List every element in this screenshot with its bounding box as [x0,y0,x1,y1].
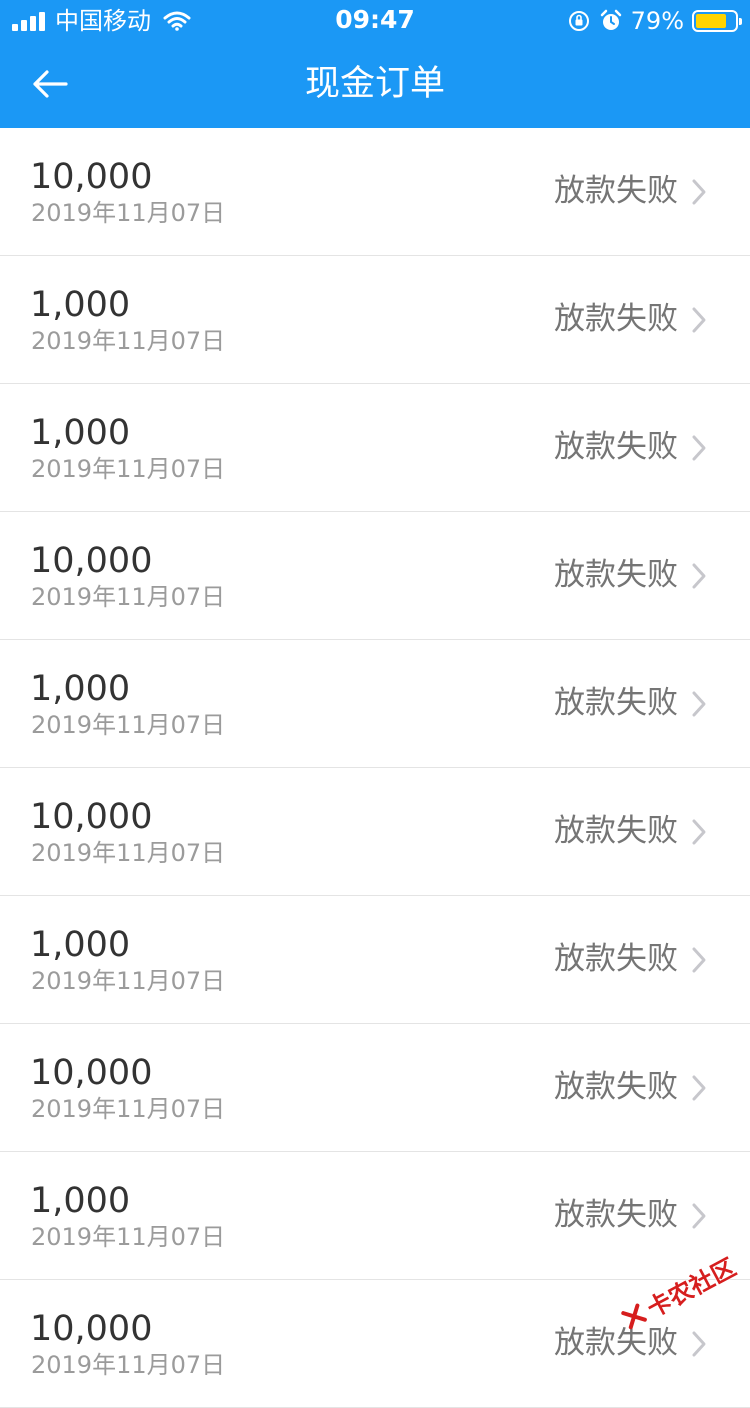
order-amount: 10,000 [30,541,153,581]
order-row-1[interactable]: 10,000 2019年11月07日 放款失败 [0,128,750,256]
order-date: 2019年11月07日 [31,1223,226,1251]
chevron-right-icon [692,1075,706,1101]
battery-icon [692,10,742,32]
order-row-6[interactable]: 10,000 2019年11月07日 放款失败 [0,768,750,896]
back-button[interactable] [20,58,80,110]
order-row-8[interactable]: 10,000 2019年11月07日 放款失败 [0,1024,750,1152]
order-status: 放款失败 [554,301,678,337]
order-status: 放款失败 [554,813,678,849]
order-date: 2019年11月07日 [31,455,226,483]
order-date: 2019年11月07日 [31,711,226,739]
order-status: 放款失败 [554,429,678,465]
chevron-right-icon [692,307,706,333]
order-status: 放款失败 [554,1197,678,1233]
status-bar: 中国移动 09:47 79% [0,0,750,40]
order-date: 2019年11月07日 [31,583,226,611]
page-title: 现金订单 [304,64,445,104]
order-amount: 1,000 [30,669,131,709]
chevron-right-icon [692,1203,706,1229]
order-status: 放款失败 [554,1069,678,1105]
alarm-icon [600,9,621,30]
chevron-right-icon [692,435,706,461]
order-amount: 1,000 [30,1181,131,1221]
order-date: 2019年11月07日 [31,839,226,867]
order-date: 2019年11月07日 [31,327,226,355]
order-amount: 10,000 [30,1053,153,1093]
order-date: 2019年11月07日 [31,1351,226,1379]
orientation-lock-icon [568,11,589,31]
battery-percent: 79% [630,7,684,35]
carrier-name: 中国移动 [55,7,151,35]
order-amount: 10,000 [30,797,153,837]
order-date: 2019年11月07日 [31,967,226,995]
order-amount: 10,000 [30,157,153,197]
order-amount: 1,000 [30,925,131,965]
order-date: 2019年11月07日 [31,199,226,227]
chevron-right-icon [692,691,706,717]
cellular-signal-icon [12,11,45,31]
order-status: 放款失败 [554,941,678,977]
order-row-4[interactable]: 10,000 2019年11月07日 放款失败 [0,512,750,640]
wifi-icon [163,11,191,31]
order-row-9[interactable]: 1,000 2019年11月07日 放款失败 [0,1152,750,1280]
order-date: 2019年11月07日 [31,1095,226,1123]
order-status: 放款失败 [554,173,678,209]
chevron-right-icon [692,819,706,845]
order-row-7[interactable]: 1,000 2019年11月07日 放款失败 [0,896,750,1024]
order-row-3[interactable]: 1,000 2019年11月07日 放款失败 [0,384,750,512]
chevron-right-icon [692,947,706,973]
status-bar-right: 79% [567,6,742,36]
order-amount: 10,000 [30,1309,153,1349]
order-amount: 1,000 [30,285,131,325]
status-bar-left: 中国移动 [12,6,191,36]
nav-bar: 现金订单 [0,40,750,128]
arrow-left-icon [33,70,68,98]
chevron-right-icon [692,179,706,205]
order-list: 10,000 2019年11月07日 放款失败 1,000 2019年11月07… [0,128,750,1408]
chevron-right-icon [692,1331,706,1357]
order-status: 放款失败 [554,685,678,721]
battery-fill [696,14,727,28]
order-amount: 1,000 [30,413,131,453]
order-row-2[interactable]: 1,000 2019年11月07日 放款失败 [0,256,750,384]
chevron-right-icon [692,563,706,589]
order-row-5[interactable]: 1,000 2019年11月07日 放款失败 [0,640,750,768]
order-status: 放款失败 [554,557,678,593]
